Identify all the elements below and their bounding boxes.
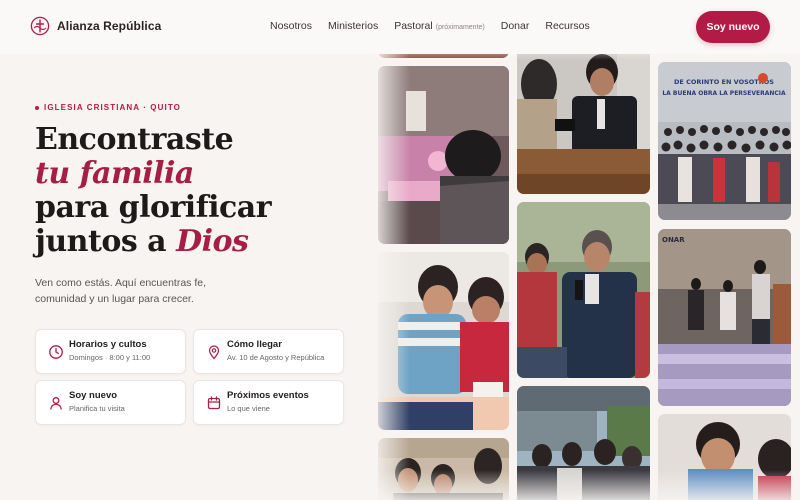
card-soy-nuevo-title: Soy nuevo (69, 390, 118, 401)
main-nav: Nosotros Ministerios Pastoral (próximamen… (270, 20, 606, 32)
headline-line-4-prefix: juntos a (35, 224, 177, 259)
banner-text-line-2: LA BUENA OBRA LA PERSEVERANCIA (662, 90, 786, 97)
clock-icon (48, 344, 64, 360)
hero-headline: Encontraste tu familia para glorificar j… (35, 123, 375, 259)
map-pin-icon (206, 344, 222, 360)
nav-item-donar[interactable]: Donar (501, 20, 530, 32)
calendar-icon (206, 395, 222, 411)
card-horarios-subtitle: Domingos · 8:00 y 11:00 (69, 353, 151, 362)
headline-line-4: juntos a Dios (35, 225, 375, 259)
photo-preacher-pulpit (517, 44, 650, 194)
user-icon (48, 395, 64, 411)
card-eventos[interactable]: Próximos eventos Lo que viene (193, 380, 344, 425)
eyebrow-dot (35, 105, 39, 110)
headline-emphasis-familia: tu familia (35, 156, 194, 191)
soy-nuevo-button[interactable]: Soy nuevo (696, 11, 770, 43)
headline-line-3: para glorificar (35, 190, 272, 225)
card-como-llegar-subtitle: Av. 10 de Agosto y República (227, 353, 325, 362)
nav-item-ministerios[interactable]: Ministerios (328, 20, 378, 32)
card-soy-nuevo-subtitle: Planifica tu visita (69, 404, 125, 413)
nav-item-recursos[interactable]: Recursos (545, 20, 589, 32)
nav-item-pastoral-note: (próximamente) (435, 24, 485, 31)
stage-sign-text: ONAR (662, 236, 685, 244)
card-horarios-title: Horarios y cultos (69, 339, 147, 350)
nav-item-nosotros[interactable]: Nosotros (270, 20, 312, 32)
site-header: Alianza República Nosotros Ministerios P… (0, 0, 800, 54)
hero-lead: Ven como estás. Aquí encuentras fe, comu… (35, 277, 207, 305)
mosaic-fade-bottom (370, 470, 800, 500)
brand-logo[interactable]: Alianza República (30, 16, 161, 36)
hero-eyebrow: IGLESIA CRISTIANA · QUITO (35, 103, 181, 112)
headline-emphasis-dios: Dios (176, 224, 249, 259)
photo-mosaic: DE CORINTO EN VOSOTROS LA BUENA OBRA LA … (378, 0, 800, 500)
eyebrow-label: IGLESIA CRISTIANA · QUITO (44, 103, 181, 112)
card-eventos-title: Próximos eventos (227, 390, 309, 401)
card-horarios[interactable]: Horarios y cultos Domingos · 8:00 y 11:0… (35, 329, 186, 374)
photo-music-stage: ONAR (658, 229, 791, 406)
headline-line-2: tu familia (35, 157, 375, 191)
card-como-llegar[interactable]: Cómo llegar Av. 10 de Agosto y República (193, 329, 344, 374)
photo-pastor-speaking (517, 202, 650, 378)
mosaic-fade-left (370, 0, 410, 500)
nav-item-pastoral[interactable]: Pastoral (próximamente) (394, 20, 485, 32)
card-soy-nuevo[interactable]: Soy nuevo Planifica tu visita (35, 380, 186, 425)
brand-name: Alianza República (57, 19, 162, 33)
nav-item-pastoral-label: Pastoral (394, 20, 433, 32)
card-como-llegar-title: Cómo llegar (227, 339, 282, 350)
card-eventos-subtitle: Lo que viene (227, 404, 270, 413)
church-logo-icon (30, 16, 50, 36)
photo-congregation-banner: DE CORINTO EN VOSOTROS LA BUENA OBRA LA … (658, 62, 791, 220)
headline-line-1: Encontraste (35, 122, 234, 157)
